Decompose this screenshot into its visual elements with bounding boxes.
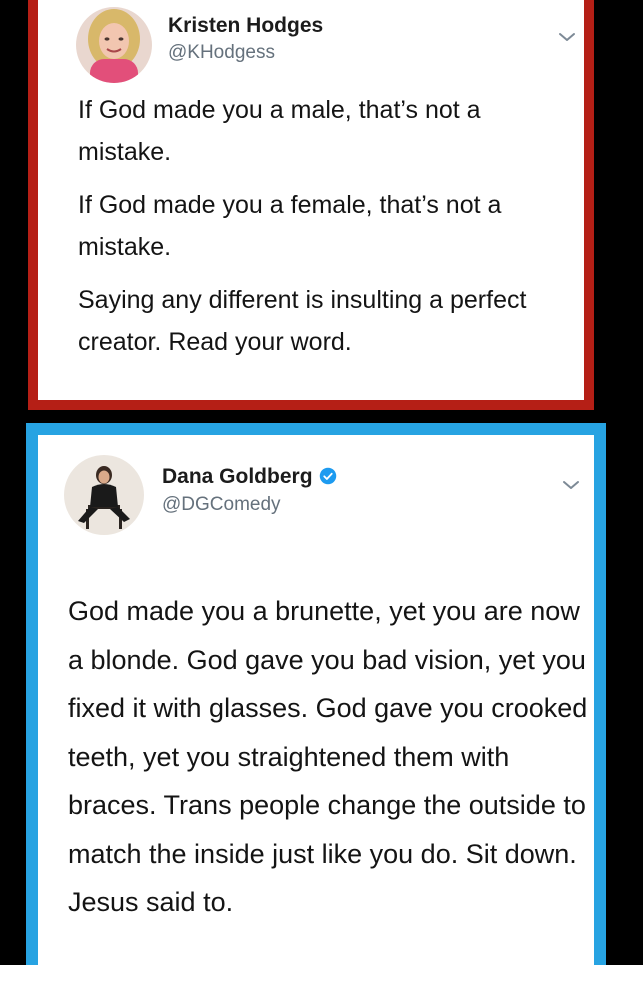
- author-name[interactable]: Dana Goldberg: [162, 465, 337, 489]
- tweet-paragraph: If God made you a female, that’s not a m…: [78, 191, 502, 261]
- tweet-paragraph: If God made you a male, that’s not a mis…: [78, 96, 481, 166]
- tweet-card-dana-goldberg: Dana Goldberg @DGComedy God made you a b…: [26, 423, 606, 965]
- author-name[interactable]: Kristen Hodges: [168, 14, 323, 38]
- avatar-image: [64, 455, 144, 535]
- verified-badge-icon: [319, 467, 336, 485]
- chevron-down-icon[interactable]: [562, 479, 580, 491]
- avatar[interactable]: [64, 455, 144, 535]
- author-name-text[interactable]: Dana Goldberg: [162, 465, 313, 488]
- tweet-text: God made you a brunette, yet you are now…: [68, 587, 588, 927]
- chevron-down-icon[interactable]: [558, 31, 576, 43]
- screenshot-canvas: Kristen Hodges @KHodgess If God made you…: [0, 0, 643, 965]
- tweet-card-kristen-hodges: Kristen Hodges @KHodgess If God made you…: [28, 0, 594, 410]
- author-handle[interactable]: @DGComedy: [162, 494, 281, 516]
- tweet-text: If God made you a male, that’s not a mis…: [78, 89, 578, 363]
- tweet-paragraph: God made you a brunette, yet you are now…: [68, 596, 588, 917]
- avatar[interactable]: [76, 7, 152, 83]
- bottom-margin: [0, 965, 643, 1000]
- author-handle[interactable]: @KHodgess: [168, 42, 275, 64]
- avatar-image: [76, 7, 152, 83]
- tweet-paragraph: Saying any different is insulting a perf…: [78, 286, 527, 356]
